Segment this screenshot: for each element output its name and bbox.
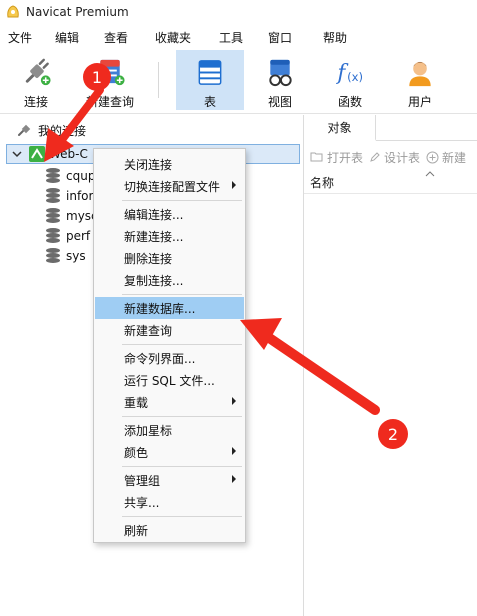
menu-manage-group[interactable]: 管理组 — [95, 469, 244, 491]
submenu-arrow-icon — [232, 447, 236, 455]
menu-bar: 文件 编辑 查看 收藏夹 工具 窗口 帮助 — [0, 24, 477, 48]
design-table-label: 设计表 — [384, 150, 421, 165]
chevron-down-icon[interactable] — [11, 148, 23, 160]
menu-color[interactable]: 颜色 — [95, 441, 244, 463]
view-icon — [269, 59, 292, 87]
connect-button[interactable]: 连接 — [4, 50, 68, 110]
connection-name: Web-C — [49, 147, 88, 161]
tree-root-my-connections[interactable]: 我的连接 — [16, 120, 86, 140]
database-name: perf — [66, 229, 91, 243]
menu-view[interactable]: 查看 — [104, 29, 128, 46]
user-button[interactable]: 用户 — [388, 50, 452, 110]
column-name-header[interactable]: 名称 — [310, 174, 334, 191]
menu-reload[interactable]: 重载 — [95, 391, 244, 413]
menu-switch-profile[interactable]: 切换连接配置文件 — [95, 175, 244, 197]
database-name: cqup — [66, 169, 96, 183]
navicat-logo-icon — [7, 5, 19, 18]
menu-edit[interactable]: 编辑 — [55, 29, 79, 46]
menu-console[interactable]: 命令列界面... — [95, 347, 244, 369]
menu-tools[interactable]: 工具 — [219, 29, 243, 46]
database-name: sys — [66, 249, 86, 263]
main-toolbar: 连接 新建查询 表 视图 f (x) 函数 用户 — [0, 48, 477, 114]
submenu-arrow-icon — [232, 475, 236, 483]
svg-text:(x): (x) — [347, 70, 363, 84]
connections-plug-icon — [18, 124, 31, 136]
submenu-arrow-icon — [232, 397, 236, 405]
menu-separator — [122, 294, 242, 295]
tree-database[interactable]: perf — [46, 226, 90, 246]
function-button[interactable]: f (x) 函数 — [318, 50, 382, 110]
database-icon — [46, 228, 60, 244]
tree-database[interactable]: cqup — [46, 166, 95, 186]
database-icon — [46, 168, 60, 184]
tab-objects[interactable]: 对象 — [304, 115, 376, 141]
menu-share[interactable]: 共享... — [95, 491, 244, 513]
menu-favorites[interactable]: 收藏夹 — [155, 29, 191, 46]
menu-window[interactable]: 窗口 — [268, 29, 292, 46]
menu-file[interactable]: 文件 — [8, 29, 32, 46]
pencil-icon — [370, 152, 380, 162]
plug-icon — [25, 58, 51, 86]
database-icon — [46, 208, 60, 224]
table-label: 表 — [203, 95, 216, 109]
function-icon: f (x) — [335, 60, 363, 85]
view-button[interactable]: 视图 — [248, 50, 312, 110]
open-table-label: 打开表 — [327, 150, 364, 165]
menu-new-query[interactable]: 新建查询 — [95, 319, 244, 341]
table-button[interactable]: 表 — [176, 50, 244, 110]
menu-separator — [122, 466, 242, 467]
user-label: 用户 — [407, 95, 432, 109]
view-label: 视图 — [267, 95, 292, 109]
tree-database[interactable]: sys — [46, 246, 86, 266]
menu-separator — [122, 416, 242, 417]
tree-root-label: 我的连接 — [38, 123, 87, 138]
tab-divider — [376, 140, 477, 141]
submenu-arrow-icon — [232, 181, 236, 189]
user-icon — [409, 61, 431, 87]
plus-circle-icon — [426, 151, 439, 163]
menu-add-star[interactable]: 添加星标 — [95, 419, 244, 441]
open-table-button[interactable]: 打开表 — [310, 149, 363, 166]
mysql-connection-icon — [29, 146, 45, 162]
database-name: infor — [66, 189, 94, 203]
menu-separator — [122, 200, 242, 201]
function-label: 函数 — [337, 95, 362, 109]
toolbar-separator — [158, 62, 159, 98]
object-pane: 对象 打开表 设计表 新建 名称 — [303, 115, 477, 616]
menu-new-database[interactable]: 新建数据库... — [95, 297, 244, 319]
tree-database[interactable]: mysc — [46, 206, 98, 226]
new-query-button[interactable]: 新建查询 — [78, 50, 142, 110]
new-query-icon — [100, 59, 125, 86]
sort-up-icon — [425, 171, 435, 177]
menu-separator — [122, 516, 242, 517]
menu-edit-connection[interactable]: 编辑连接... — [95, 203, 244, 225]
design-table-button[interactable]: 设计表 — [369, 149, 420, 166]
object-list-header: 名称 — [304, 171, 477, 194]
menu-refresh[interactable]: 刷新 — [95, 519, 244, 541]
menu-delete-connection[interactable]: 删除连接 — [95, 247, 244, 269]
folder-open-icon — [310, 152, 323, 162]
menu-separator — [122, 344, 242, 345]
database-icon — [46, 188, 60, 204]
new-query-label: 新建查询 — [85, 95, 134, 109]
database-icon — [46, 248, 60, 264]
object-toolbar: 打开表 设计表 新建 — [304, 145, 477, 169]
menu-close-connection[interactable]: 关闭连接 — [95, 153, 244, 175]
menu-new-connection[interactable]: 新建连接... — [95, 225, 244, 247]
menu-help[interactable]: 帮助 — [323, 29, 347, 46]
new-table-button[interactable]: 新建 — [426, 149, 466, 166]
tree-database[interactable]: infor — [46, 186, 93, 206]
context-menu: 关闭连接 切换连接配置文件 编辑连接... 新建连接... 删除连接 复制连接.… — [93, 148, 246, 543]
table-icon — [198, 60, 222, 85]
new-table-label: 新建 — [442, 150, 467, 165]
tab-objects-label: 对象 — [327, 120, 352, 135]
menu-run-sql-file[interactable]: 运行 SQL 文件... — [95, 369, 244, 391]
menu-copy-connection[interactable]: 复制连接... — [95, 269, 244, 291]
title-bar: Navicat Premium — [0, 0, 477, 24]
window-title: Navicat Premium — [26, 5, 129, 19]
connect-label: 连接 — [23, 95, 48, 109]
